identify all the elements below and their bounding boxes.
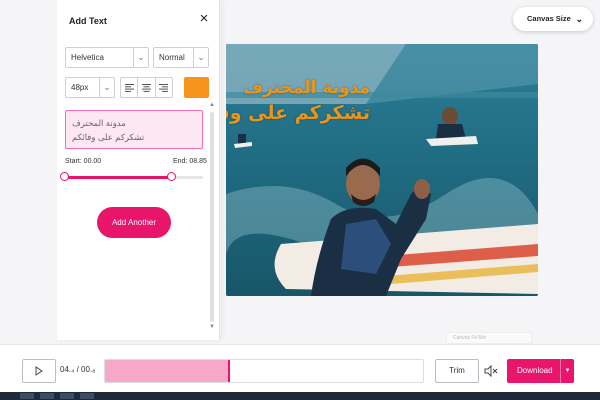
font-family-value: Helvetica	[71, 53, 104, 62]
download-button[interactable]: Download ▼	[507, 359, 574, 383]
text-input-line-2: تشكركم على وفائكم	[72, 132, 145, 142]
align-center-icon	[141, 83, 151, 92]
taskbar-item[interactable]	[40, 393, 54, 399]
chevron-down-icon[interactable]: ▼	[560, 359, 574, 383]
timeline-track[interactable]	[104, 359, 424, 383]
font-size-value: 48px	[71, 83, 89, 92]
align-right-button[interactable]	[156, 78, 172, 97]
chevron-down-icon: ⌄	[575, 14, 583, 24]
panel-title: Add Text	[69, 16, 107, 26]
text-align-group	[120, 77, 173, 98]
chevron-down-icon: ⌄	[99, 78, 114, 97]
font-weight-select[interactable]: Normal ⌄	[153, 47, 209, 68]
canvas-size-label: Canvas Size	[527, 14, 571, 23]
taskbar-item[interactable]	[20, 393, 34, 399]
overlay-text-line-1[interactable]: مدونة المحترف	[226, 78, 370, 98]
timeline-playhead[interactable]	[228, 360, 231, 382]
time-range-fill	[65, 176, 172, 179]
canvas-size-button[interactable]: Canvas Size ⌄	[513, 7, 593, 31]
font-size-select[interactable]: 48px ⌄	[65, 77, 115, 98]
align-center-button[interactable]	[138, 78, 156, 97]
taskbar-item[interactable]	[60, 393, 74, 399]
align-left-button[interactable]	[121, 78, 139, 97]
range-end-handle[interactable]	[167, 172, 176, 181]
add-text-panel: Add Text × Helvetica ⌄ Normal ⌄ 48px ⌄ م…	[57, 0, 220, 340]
playback-bar: 04.₄ / 00.₈ Trim Download ▼	[0, 344, 600, 392]
os-taskbar	[0, 392, 600, 400]
end-time-label: End: 08.85	[173, 158, 207, 165]
chevron-down-icon: ⌄	[133, 48, 148, 67]
canvas-fit-chip: Canvas Fit Mix	[446, 332, 532, 344]
time-readout: 04.₄ / 00.₈	[60, 365, 96, 374]
chevron-down-icon: ⌄	[193, 48, 208, 67]
text-input[interactable]: مدونة المحترف تشكركم على وفائكم	[65, 110, 203, 149]
scroll-down-icon[interactable]: ▼	[209, 324, 215, 330]
font-family-select[interactable]: Helvetica ⌄	[65, 47, 149, 68]
range-start-handle[interactable]	[60, 172, 69, 181]
timeline-progress	[105, 360, 230, 382]
mute-icon	[484, 364, 498, 378]
align-left-icon	[124, 83, 134, 92]
trim-button[interactable]: Trim	[435, 359, 479, 383]
text-color-swatch[interactable]	[184, 77, 209, 98]
mute-button[interactable]	[484, 364, 498, 378]
align-right-icon	[159, 83, 169, 92]
scrollbar-thumb[interactable]	[210, 112, 214, 322]
text-input-line-1: مدونة المحترف	[72, 118, 126, 128]
scroll-up-icon[interactable]: ▲	[209, 102, 215, 108]
taskbar-item[interactable]	[80, 393, 94, 399]
panel-scrollbar[interactable]: ▲ ▼	[209, 102, 215, 330]
font-weight-value: Normal	[159, 53, 185, 62]
download-label: Download	[517, 366, 553, 375]
close-icon[interactable]: ×	[197, 11, 211, 26]
video-preview[interactable]: مدونة المحترف تشكركم على وفائكم	[226, 44, 538, 296]
start-time-label: Start: 00.00	[65, 158, 102, 165]
add-another-button[interactable]: Add Another	[97, 207, 171, 238]
play-button[interactable]	[22, 359, 56, 383]
overlay-text-line-2[interactable]: تشكركم على وفائكم	[226, 102, 370, 124]
play-icon	[35, 366, 43, 376]
